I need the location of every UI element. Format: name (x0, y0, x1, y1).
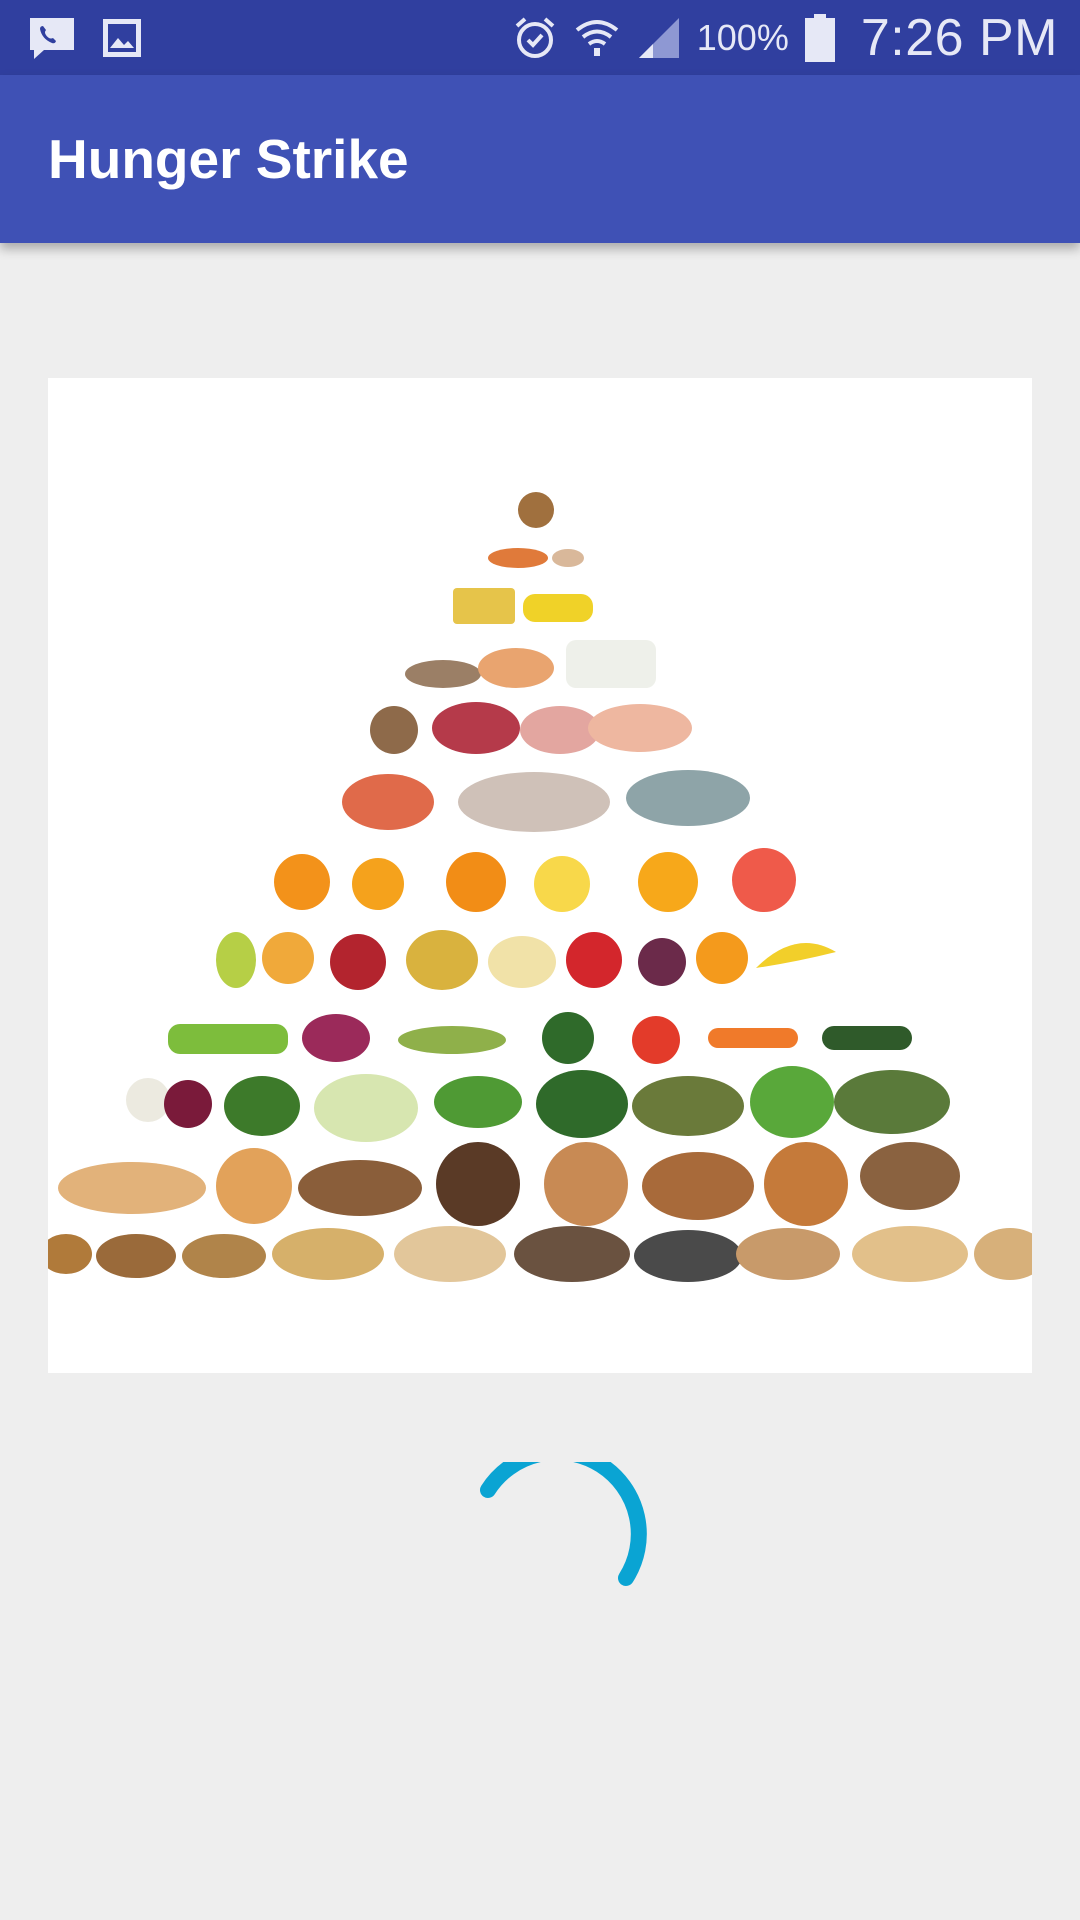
battery-percent: 100% (696, 16, 789, 58)
food-pyramid-image (40, 378, 1046, 1373)
image-icon (103, 18, 141, 57)
app-bar: Hunger Strike (0, 75, 1080, 243)
alarm-icon (515, 16, 555, 58)
wifi-icon (575, 19, 619, 56)
food-pyramid-illustration (40, 492, 1046, 1282)
battery-icon (804, 13, 835, 62)
app-title: Hunger Strike (48, 128, 409, 190)
progress-spinner (480, 1462, 647, 1586)
status-bar: 100% 7:26 PM (0, 0, 1080, 75)
clock-time: 7:26 PM (860, 8, 1058, 67)
voicemail-icon (30, 17, 74, 59)
signal-icon (638, 17, 679, 58)
